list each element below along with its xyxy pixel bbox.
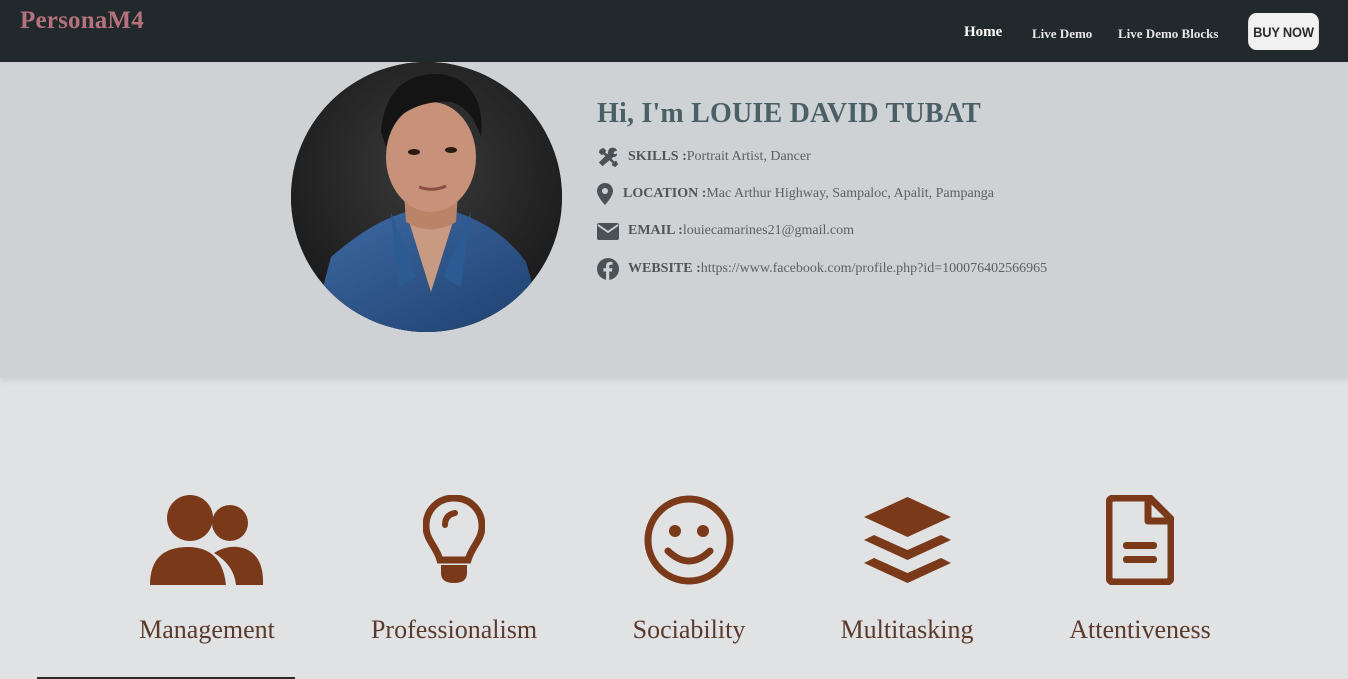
info-value-location: Mac Arthur Highway, Sampaloc, Apalit, Pa… bbox=[706, 186, 994, 201]
trait-professionalism: Professionalism bbox=[370, 615, 538, 644]
nav-link-home[interactable]: Home bbox=[964, 24, 1002, 41]
nav-link-live-demo-blocks[interactable]: Live Demo Blocks bbox=[1118, 26, 1218, 42]
info-row-email: EMAIL : louiecamarines21@gmail.com bbox=[597, 219, 854, 243]
envelope-icon bbox=[597, 220, 619, 242]
map-pin-icon bbox=[597, 183, 615, 205]
layers-icon bbox=[862, 495, 953, 590]
info-value-skills: Portrait Artist, Dancer bbox=[686, 149, 811, 164]
info-value-email[interactable]: louiecamarines21@gmail.com bbox=[683, 223, 854, 239]
info-value-website[interactable]: https://www.facebook.com/profile.php?id=… bbox=[701, 261, 1047, 277]
lightbulb-icon bbox=[422, 494, 486, 589]
buy-now-button[interactable]: BUY NOW bbox=[1248, 13, 1319, 50]
info-label-location: LOCATION : bbox=[623, 186, 707, 201]
trait-sociability: Sociability bbox=[632, 615, 746, 644]
trait-multitasking: Multitasking bbox=[840, 615, 974, 644]
document-icon bbox=[1105, 494, 1175, 589]
info-label-email: EMAIL : bbox=[628, 223, 683, 238]
facebook-icon bbox=[597, 258, 619, 280]
info-row-skills: SKILLS : Portrait Artist, Dancer bbox=[597, 145, 811, 169]
trait-attentiveness: Attentiveness bbox=[1069, 615, 1211, 644]
brand-logo[interactable]: PersonaM4 bbox=[20, 7, 144, 35]
info-row-location: LOCATION : Mac Arthur Highway, Sampaloc,… bbox=[597, 182, 994, 206]
navbar: PersonaM4 Home Live Demo Live Demo Block… bbox=[0, 0, 1348, 62]
profile-section: Hi, I'm LOUIE DAVID TUBAT SKILLS : Portr… bbox=[0, 62, 1348, 378]
info-label-website: WEBSITE : bbox=[628, 261, 701, 276]
profile-photo bbox=[291, 62, 562, 332]
tools-icon bbox=[597, 146, 619, 168]
info-row-website: WEBSITE : https://www.facebook.com/profi… bbox=[597, 257, 1047, 281]
trait-management: Management bbox=[139, 615, 275, 644]
info-label-skills: SKILLS : bbox=[628, 149, 687, 164]
nav-link-live-demo[interactable]: Live Demo bbox=[1032, 26, 1092, 42]
users-icon bbox=[150, 495, 264, 591]
smile-icon bbox=[644, 495, 734, 589]
profile-greeting: Hi, I'm LOUIE DAVID TUBAT bbox=[597, 98, 981, 129]
